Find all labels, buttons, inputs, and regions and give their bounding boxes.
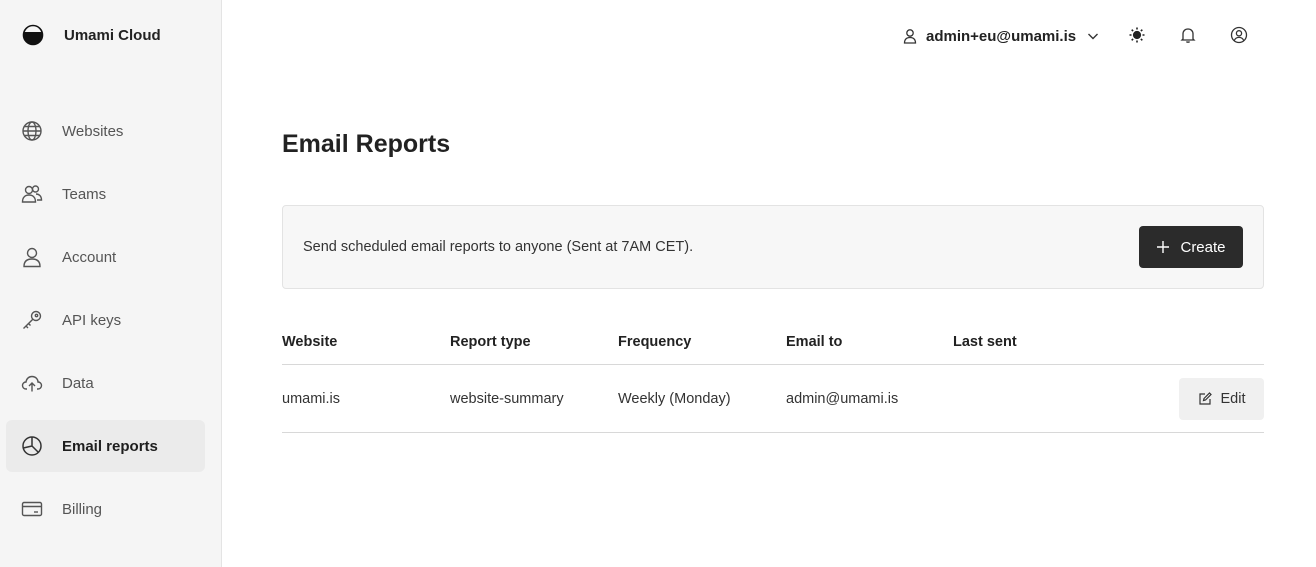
sidebar-item-account[interactable]: Account (6, 231, 205, 283)
sidebar-item-email-reports[interactable]: Email reports (6, 420, 205, 472)
user-icon (23, 247, 41, 268)
page-title: Email Reports (282, 130, 451, 158)
sidebar-item-label: Teams (62, 185, 107, 203)
sidebar-item-api-keys[interactable]: API keys (6, 294, 205, 346)
users-icon (21, 185, 43, 203)
brand[interactable]: Umami Cloud (22, 24, 161, 46)
sidebar-item-billing[interactable]: Billing (6, 483, 205, 535)
banner-description: Send scheduled email reports to anyone (… (303, 239, 694, 255)
sidebar-item-label: Billing (62, 500, 103, 518)
cell-frequency: Weekly (Monday) (618, 391, 731, 407)
column-header-email-to: Email to (786, 334, 843, 350)
table-row: umami.is website-summary Weekly (Monday)… (282, 365, 1264, 433)
table-header: Website Report type Frequency Email to L… (282, 330, 1264, 365)
column-header-frequency: Frequency (618, 334, 692, 350)
umami-logo-icon (22, 24, 44, 46)
edit-button-label: Edit (1220, 391, 1246, 407)
cloud-upload-icon (21, 375, 43, 392)
chevron-down-icon (1088, 33, 1099, 40)
sidebar-item-label: Email reports (62, 437, 158, 455)
sidebar: Umami Cloud Websites Teams Account API k… (0, 0, 222, 567)
plus-icon (1157, 241, 1170, 253)
user-icon (903, 29, 917, 44)
credit-card-icon (21, 501, 43, 517)
column-header-website: Website (282, 334, 338, 350)
user-menu-button[interactable]: admin+eu@umami.is (902, 25, 1100, 47)
bell-icon[interactable] (1178, 25, 1198, 45)
create-button-label: Create (1180, 238, 1226, 256)
reports-table: Website Report type Frequency Email to L… (282, 330, 1264, 433)
column-header-last-sent: Last sent (953, 334, 1017, 350)
sidebar-item-label: Websites (62, 122, 124, 140)
profile-circle-icon[interactable] (1229, 25, 1249, 45)
column-header-report-type: Report type (450, 334, 531, 350)
app-name: Umami Cloud (64, 26, 161, 44)
cell-report-type: website-summary (450, 391, 564, 407)
sun-icon[interactable] (1127, 25, 1147, 45)
pie-chart-icon (22, 436, 42, 456)
sidebar-item-label: API keys (62, 311, 122, 329)
sidebar-item-label: Data (62, 374, 94, 392)
cell-email-to: admin@umami.is (786, 391, 899, 407)
edit-icon (1198, 392, 1212, 405)
sidebar-item-teams[interactable]: Teams (6, 168, 205, 220)
edit-button[interactable]: Edit (1179, 378, 1264, 420)
globe-icon (22, 121, 42, 141)
key-icon (23, 310, 42, 329)
sidebar-item-data[interactable]: Data (6, 357, 205, 409)
cell-website: umami.is (282, 391, 341, 407)
sidebar-item-websites[interactable]: Websites (6, 105, 205, 157)
create-button[interactable]: Create (1139, 226, 1243, 268)
user-email: admin+eu@umami.is (926, 27, 1077, 45)
sidebar-item-label: Account (62, 248, 117, 266)
reports-banner: Send scheduled email reports to anyone (… (282, 205, 1264, 289)
